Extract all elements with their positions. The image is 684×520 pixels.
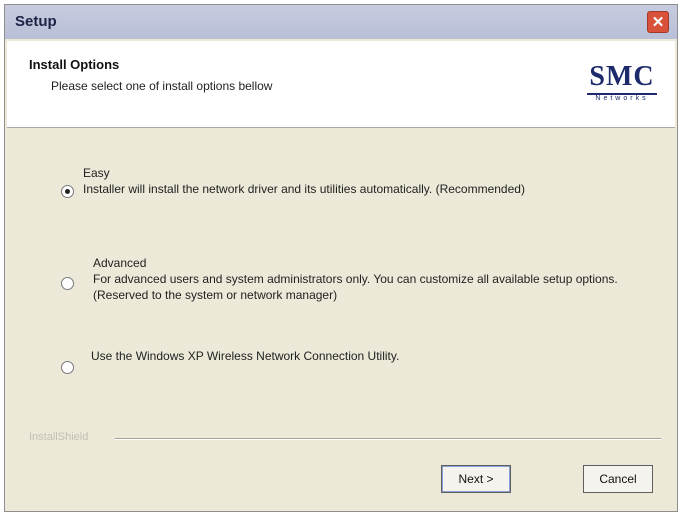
cancel-button[interactable]: Cancel [583, 465, 653, 493]
footer-divider [115, 438, 661, 440]
radio-windows-xp-utility[interactable] [61, 361, 74, 374]
option-advanced-description: For advanced users and system administra… [93, 272, 618, 302]
page-title: Install Options [29, 57, 120, 72]
logo-text: SMC [589, 61, 655, 92]
option-windows-xp-utility-label[interactable]: Use the Windows XP Wireless Network Conn… [91, 348, 631, 364]
option-easy-description: Installer will install the network drive… [83, 182, 525, 196]
page-subtitle: Please select one of install options bel… [51, 79, 273, 93]
radio-advanced[interactable] [61, 277, 74, 290]
header-panel: Install Options Please select one of ins… [7, 41, 675, 128]
setup-window: Setup ✕ Install Options Please select on… [4, 4, 678, 512]
next-button[interactable]: Next > [441, 465, 511, 493]
close-icon: ✕ [651, 14, 665, 31]
title-bar[interactable]: Setup ✕ [5, 5, 677, 39]
close-button[interactable]: ✕ [647, 11, 669, 33]
option-easy-label[interactable]: Easy [83, 165, 110, 181]
logo-subtext: Networks [587, 93, 657, 102]
window-title: Setup [15, 13, 57, 30]
smc-logo: SMC Networks [577, 61, 667, 113]
installshield-brand: InstallShield [29, 431, 89, 443]
option-advanced-label[interactable]: Advanced [93, 255, 146, 271]
radio-easy[interactable] [61, 185, 74, 198]
